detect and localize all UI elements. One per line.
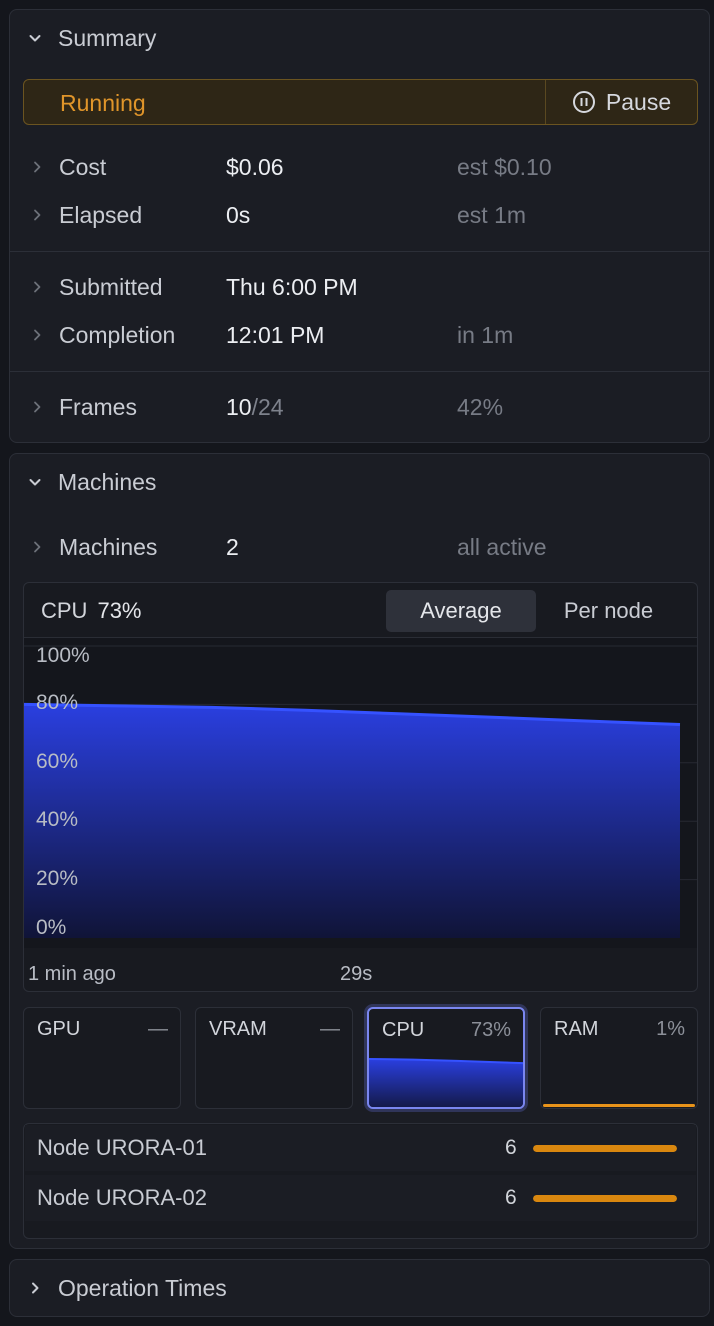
gpu-tile-label: GPU [37,1018,81,1040]
divider [10,251,709,252]
node-progress-bar [533,1195,677,1202]
elapsed-label: Elapsed [59,201,143,228]
node-list: Node URORA-01 6 Node URORA-02 6 [23,1123,698,1239]
pause-button[interactable]: Pause [546,80,697,124]
pause-label: Pause [605,88,672,115]
y-tick-label: 40% [36,808,79,832]
chevron-right-icon [34,161,41,173]
machines-header[interactable]: Machines [10,454,156,510]
machines-panel: Machines Machines 2 all active CPU 73% Av… [9,453,710,1249]
completion-value: 12:01 PM [226,321,325,348]
summary-panel: Summary Running Pause Cost $0.06 est $0.… [9,9,710,443]
y-tick-label: 80% [36,691,79,715]
chart-metric-value: 73% [97,598,142,623]
chart-plot-area [24,638,697,948]
node-count: 6 [505,1136,517,1159]
chevron-down-icon [28,31,42,45]
x-tick-label: 1 min ago [28,963,116,985]
status-text: Running [60,90,146,116]
view-average-button[interactable]: Average [386,590,536,632]
cpu-area [24,704,680,938]
node-progress-fill [533,1195,677,1202]
view-toggle: Average Per node [386,590,681,632]
cpu-chart-card: CPU 73% Average Per node 100% 80% 60% 40% 20%… [23,582,698,992]
machines-status: all active [457,533,547,560]
vram-tile-label: VRAM [209,1018,267,1040]
chevron-down-icon [28,475,42,489]
cpu-sparkline [369,1058,523,1107]
divider [10,371,709,372]
machines-title: Machines [58,468,157,495]
node-progress-fill [533,1145,677,1152]
ram-tile-value: 1% [656,1018,685,1040]
ram-tile[interactable]: RAM 1% [540,1007,698,1109]
elapsed-value: 0s [226,201,251,228]
cpu-sparkline-area [369,1059,523,1107]
cost-estimate: est $0.10 [457,153,552,180]
chevron-right-icon [34,281,41,293]
node-row[interactable]: Node URORA-01 6 [25,1125,696,1171]
frames-percent: 42% [457,393,504,420]
node-row[interactable]: Node URORA-02 6 [25,1175,696,1221]
status-banner: Running Pause [23,79,698,125]
x-tick-label: 29s [340,963,373,985]
submitted-row[interactable]: Submitted Thu 6:00 PM [10,267,709,307]
chart-toolbar: CPU 73% Average Per node [24,583,697,638]
completion-eta: in 1m [457,321,514,348]
chart-metric: CPU 73% [41,598,142,624]
node-progress-bar [533,1145,677,1152]
completion-label: Completion [59,321,176,348]
operation-times-panel: Operation Times [9,1259,710,1317]
metric-tiles: GPU — VRAM — CPU 73% RAM 1% [23,1007,698,1111]
gpu-tile-value: — [148,1018,168,1040]
view-per-node-button[interactable]: Per node [536,590,681,632]
chevron-right-icon [34,209,41,221]
frames-value: 10/24 [226,394,284,421]
frames-total: /24 [251,393,284,420]
cpu-area-chart [24,645,697,938]
operation-times-header[interactable]: Operation Times [10,1260,227,1316]
machines-label: Machines [59,533,158,560]
node-name: Node URORA-01 [37,1135,207,1160]
gpu-tile[interactable]: GPU — [23,1007,181,1109]
machines-count: 2 [226,533,239,560]
machines-row[interactable]: Machines 2 all active [10,527,709,567]
summary-header[interactable]: Summary [10,10,156,66]
chevron-right-icon [34,401,41,413]
cost-value: $0.06 [226,153,284,180]
y-tick-label: 100% [36,644,90,667]
vram-tile-value: — [320,1018,340,1040]
cost-label: Cost [59,153,107,180]
chevron-right-icon [34,541,41,553]
frames-row[interactable]: Frames 10/24 42% [10,387,709,427]
y-tick-label: 0% [36,916,67,939]
vram-tile[interactable]: VRAM — [195,1007,353,1109]
chevron-right-icon [34,329,41,341]
summary-title: Summary [58,24,157,51]
y-tick-label: 60% [36,749,79,773]
operation-times-title: Operation Times [58,1274,227,1301]
ram-sparkline [543,1104,695,1107]
frames-label: Frames [59,393,137,420]
submitted-value: Thu 6:00 PM [226,273,358,300]
cost-row[interactable]: Cost $0.06 est $0.10 [10,147,709,187]
pause-icon [572,91,595,113]
ram-tile-label: RAM [554,1018,599,1040]
submitted-label: Submitted [59,273,163,300]
node-count: 6 [505,1186,517,1209]
cpu-tile[interactable]: CPU 73% [367,1007,525,1109]
chart-metric-label: CPU [41,598,88,623]
frames-done: 10 [226,393,252,420]
elapsed-row[interactable]: Elapsed 0s est 1m [10,195,709,235]
chevron-right-icon [28,1281,42,1295]
y-tick-label: 20% [36,866,79,890]
elapsed-estimate: est 1m [457,201,527,228]
completion-row[interactable]: Completion 12:01 PM in 1m [10,315,709,355]
node-name: Node URORA-02 [37,1185,207,1210]
